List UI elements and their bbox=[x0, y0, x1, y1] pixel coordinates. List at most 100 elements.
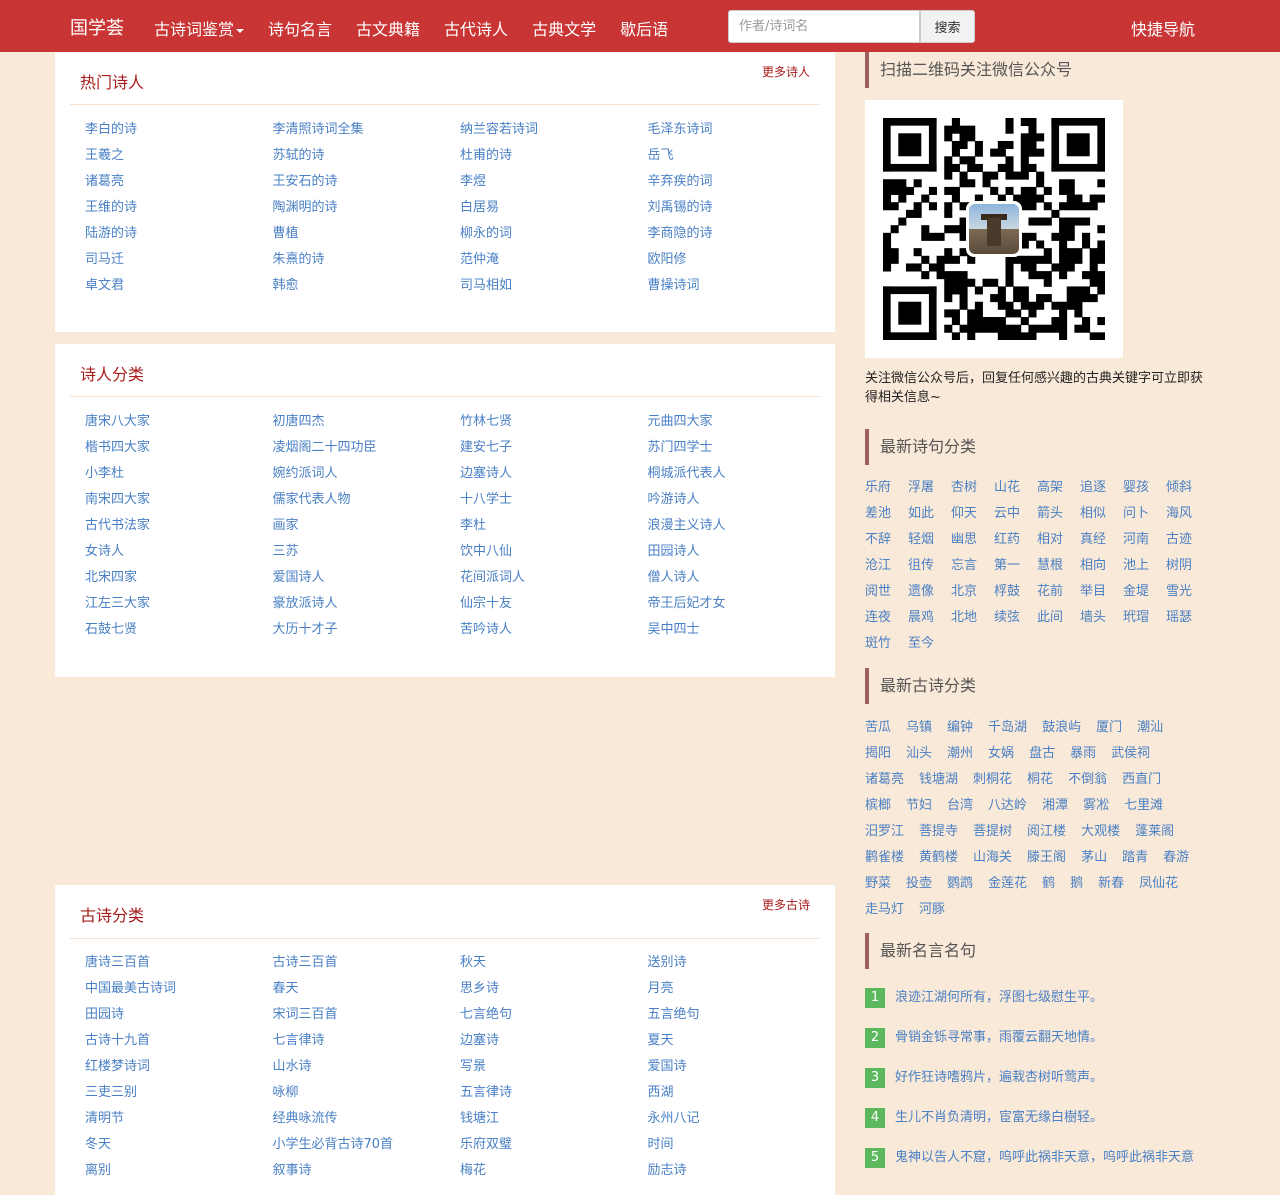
verse-category-link[interactable]: 浮屠 bbox=[908, 475, 951, 501]
poet-category-link[interactable]: 三苏 bbox=[273, 539, 461, 565]
nav-item-poetry-appreciation[interactable]: 古诗词鉴赏 bbox=[154, 16, 245, 40]
poem-category-link[interactable]: 清明节 bbox=[85, 1106, 273, 1132]
verse-category-link[interactable]: 相向 bbox=[1080, 553, 1123, 579]
poem-category-link[interactable]: 山水诗 bbox=[273, 1054, 461, 1080]
poem-category-link[interactable]: 叙事诗 bbox=[273, 1158, 461, 1184]
poem-category-link[interactable]: 红楼梦诗词 bbox=[85, 1054, 273, 1080]
hot-poet-link[interactable]: 朱熹的诗 bbox=[273, 247, 461, 273]
hot-poet-link[interactable]: 李商隐的诗 bbox=[648, 221, 836, 247]
poem-category-link[interactable]: 唐诗三百首 bbox=[85, 950, 273, 976]
verse-category-link[interactable]: 河南 bbox=[1123, 527, 1166, 553]
poet-category-link[interactable]: 江左三大家 bbox=[85, 591, 273, 617]
hot-poet-link[interactable]: 王维的诗 bbox=[85, 195, 273, 221]
hot-poet-link[interactable]: 李白的诗 bbox=[85, 117, 273, 143]
verse-category-link[interactable]: 此间 bbox=[1037, 605, 1080, 631]
poem-tag-link[interactable]: 鹳雀楼 bbox=[865, 845, 904, 871]
hot-poet-link[interactable]: 纳兰容若诗词 bbox=[460, 117, 648, 143]
quote-link[interactable]: 浪迹江湖何所有，浮图七级慰生平。 bbox=[895, 988, 1103, 1008]
poem-tag-link[interactable]: 滕王阁 bbox=[1027, 845, 1066, 871]
verse-category-link[interactable]: 续弦 bbox=[994, 605, 1037, 631]
poet-category-link[interactable]: 建安七子 bbox=[460, 435, 648, 461]
poem-category-link[interactable]: 西湖 bbox=[648, 1080, 836, 1106]
hot-poet-link[interactable]: 欧阳修 bbox=[648, 247, 836, 273]
poem-category-link[interactable]: 写景 bbox=[460, 1054, 648, 1080]
hot-poet-link[interactable]: 李煜 bbox=[460, 169, 648, 195]
poem-tag-link[interactable]: 投壶 bbox=[906, 871, 932, 897]
poem-tag-link[interactable]: 蓬莱阁 bbox=[1135, 819, 1174, 845]
hot-poet-link[interactable]: 岳飞 bbox=[648, 143, 836, 169]
poet-category-link[interactable]: 小李杜 bbox=[85, 461, 273, 487]
nav-item-xiehouyu[interactable]: 歇后语 bbox=[620, 16, 668, 40]
hot-poet-link[interactable]: 辛弃疾的词 bbox=[648, 169, 836, 195]
poet-category-link[interactable]: 田园诗人 bbox=[648, 539, 836, 565]
hot-poet-link[interactable]: 司马相如 bbox=[460, 273, 648, 299]
nav-item-ancient-poets[interactable]: 古代诗人 bbox=[444, 16, 508, 40]
poet-category-link[interactable]: 婉约派词人 bbox=[273, 461, 461, 487]
poet-category-link[interactable]: 吟游诗人 bbox=[648, 487, 836, 513]
poem-tag-link[interactable]: 野菜 bbox=[865, 871, 891, 897]
poem-tag-link[interactable]: 女娲 bbox=[988, 741, 1014, 767]
poem-tag-link[interactable]: 厦门 bbox=[1096, 715, 1122, 741]
search-button[interactable]: 搜索 bbox=[920, 10, 975, 43]
verse-category-link[interactable]: 山花 bbox=[994, 475, 1037, 501]
verse-category-link[interactable]: 婴孩 bbox=[1123, 475, 1166, 501]
verse-category-link[interactable]: 不辞 bbox=[865, 527, 908, 553]
verse-category-link[interactable]: 晨鸡 bbox=[908, 605, 951, 631]
poet-category-link[interactable]: 饮中八仙 bbox=[460, 539, 648, 565]
hot-poet-link[interactable]: 曹操诗词 bbox=[648, 273, 836, 299]
poem-tag-link[interactable]: 不倒翁 bbox=[1068, 767, 1107, 793]
hot-poet-link[interactable]: 韩愈 bbox=[273, 273, 461, 299]
poem-tag-link[interactable]: 汨罗江 bbox=[865, 819, 904, 845]
poet-category-link[interactable]: 楷书四大家 bbox=[85, 435, 273, 461]
poem-tag-link[interactable]: 菩提树 bbox=[973, 819, 1012, 845]
poem-tag-link[interactable]: 鹤 bbox=[1042, 871, 1055, 897]
poet-category-link[interactable]: 凌烟阁二十四功臣 bbox=[273, 435, 461, 461]
poet-category-link[interactable]: 唐宋八大家 bbox=[85, 409, 273, 435]
poet-category-link[interactable]: 元曲四大家 bbox=[648, 409, 836, 435]
poem-tag-link[interactable]: 桐花 bbox=[1027, 767, 1053, 793]
verse-category-link[interactable]: 如此 bbox=[908, 501, 951, 527]
poem-category-link[interactable]: 时间 bbox=[648, 1132, 836, 1158]
verse-category-link[interactable]: 斑竹 bbox=[865, 631, 908, 657]
verse-category-link[interactable]: 至今 bbox=[908, 631, 951, 657]
quote-link[interactable]: 生儿不肖负清明，宦富无缘白樹轻。 bbox=[895, 1108, 1103, 1128]
verse-category-link[interactable]: 墙头 bbox=[1080, 605, 1123, 631]
poem-tag-link[interactable]: 河豚 bbox=[919, 897, 945, 923]
poem-tag-link[interactable]: 菩提寺 bbox=[919, 819, 958, 845]
verse-category-link[interactable]: 海风 bbox=[1166, 501, 1209, 527]
poem-tag-link[interactable]: 揭阳 bbox=[865, 741, 891, 767]
hot-poet-link[interactable]: 白居易 bbox=[460, 195, 648, 221]
verse-category-link[interactable]: 杏树 bbox=[951, 475, 994, 501]
verse-category-link[interactable]: 红药 bbox=[994, 527, 1037, 553]
poem-tag-link[interactable]: 潮汕 bbox=[1137, 715, 1163, 741]
poem-tag-link[interactable]: 乌镇 bbox=[906, 715, 932, 741]
poem-category-link[interactable]: 小学生必背古诗70首 bbox=[273, 1132, 461, 1158]
poem-tag-link[interactable]: 金莲花 bbox=[988, 871, 1027, 897]
poem-tag-link[interactable]: 苦瓜 bbox=[865, 715, 891, 741]
poem-tag-link[interactable]: 槟榔 bbox=[865, 793, 891, 819]
poet-category-link[interactable]: 竹林七贤 bbox=[460, 409, 648, 435]
verse-category-link[interactable]: 池上 bbox=[1123, 553, 1166, 579]
poem-category-link[interactable]: 励志诗 bbox=[648, 1158, 836, 1184]
poem-tag-link[interactable]: 凤仙花 bbox=[1139, 871, 1178, 897]
poet-category-link[interactable]: 大历十才子 bbox=[273, 617, 461, 643]
poet-category-link[interactable]: 初唐四杰 bbox=[273, 409, 461, 435]
hot-poet-link[interactable]: 王安石的诗 bbox=[273, 169, 461, 195]
poem-tag-link[interactable]: 节妇 bbox=[906, 793, 932, 819]
verse-category-link[interactable]: 第一 bbox=[994, 553, 1037, 579]
verse-category-link[interactable]: 慧根 bbox=[1037, 553, 1080, 579]
hot-poet-link[interactable]: 卓文君 bbox=[85, 273, 273, 299]
more-poets-link[interactable]: 更多诗人 bbox=[762, 63, 810, 80]
verse-category-link[interactable]: 瑶瑟 bbox=[1166, 605, 1209, 631]
verse-category-link[interactable]: 乐府 bbox=[865, 475, 908, 501]
poem-category-link[interactable]: 秋天 bbox=[460, 950, 648, 976]
poem-tag-link[interactable]: 湘潭 bbox=[1042, 793, 1068, 819]
poem-category-link[interactable]: 五言绝句 bbox=[648, 1002, 836, 1028]
poem-tag-link[interactable]: 鹦鹉 bbox=[947, 871, 973, 897]
poem-tag-link[interactable]: 暴雨 bbox=[1070, 741, 1096, 767]
poem-category-link[interactable]: 宋词三百首 bbox=[273, 1002, 461, 1028]
poem-tag-link[interactable]: 钱塘湖 bbox=[919, 767, 958, 793]
more-poems-link[interactable]: 更多古诗 bbox=[762, 896, 810, 913]
poem-category-link[interactable]: 永州八记 bbox=[648, 1106, 836, 1132]
poem-tag-link[interactable]: 编钟 bbox=[947, 715, 973, 741]
